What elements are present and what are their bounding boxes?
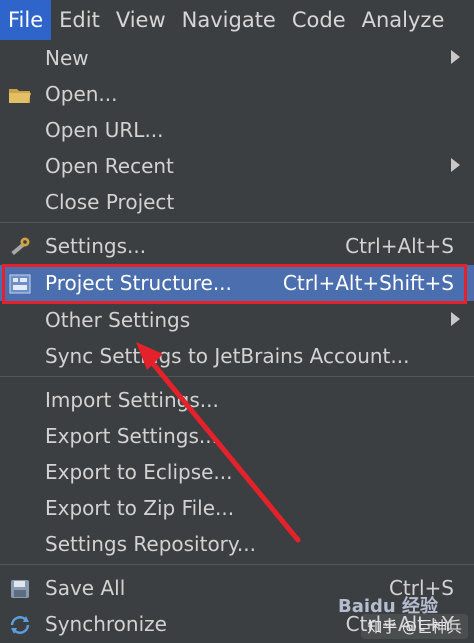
annotation-arrow <box>136 342 301 543</box>
zhihu-watermark: 知乎 @巨神兵 <box>361 614 468 639</box>
